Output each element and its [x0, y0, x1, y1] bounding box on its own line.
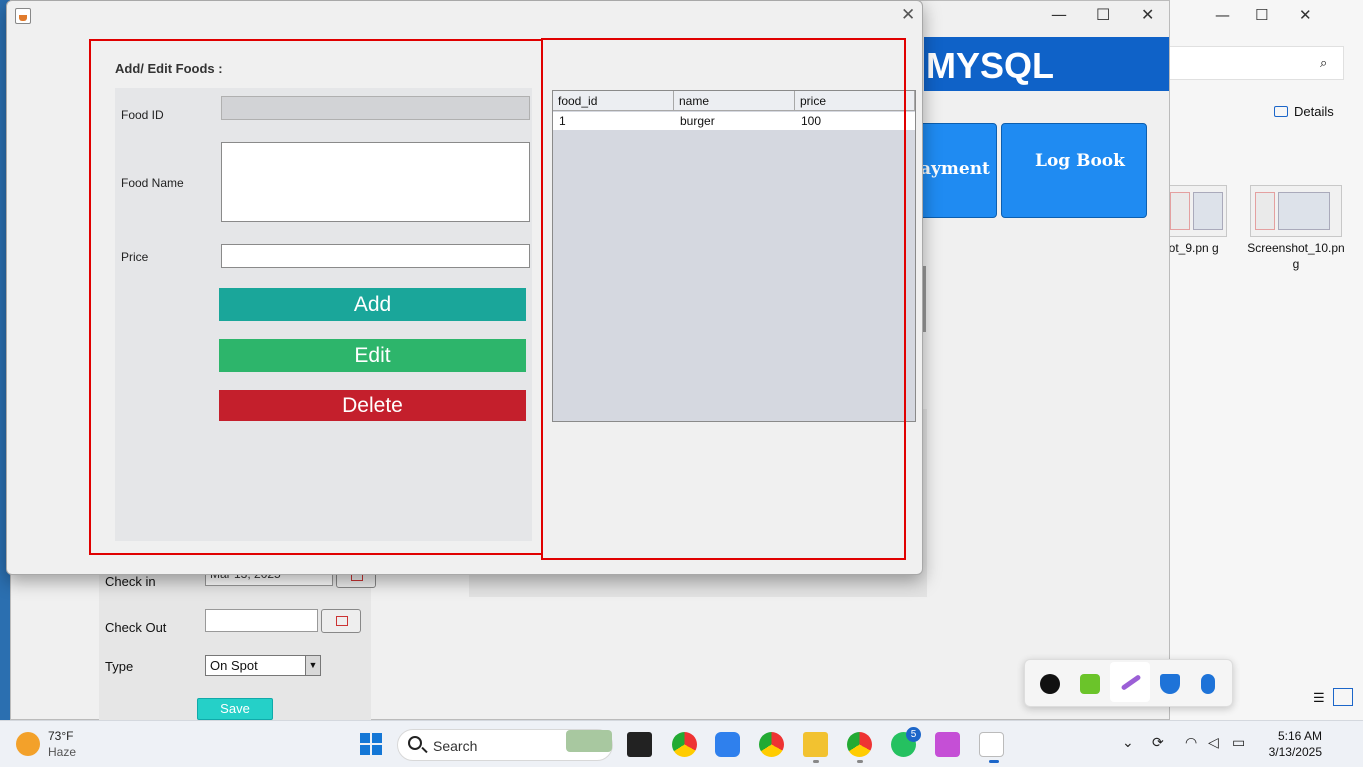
file-explorer-window: — ☐ ✕ ⌕ Details nshot_9.pn g Screenshot_… — [1149, 0, 1363, 720]
save-button[interactable]: Save — [197, 698, 273, 720]
taskbar: 73°F Haze Search 5 ⌄ ⟳ ◠ ◁ ▭ 5:16 AM 3/1… — [0, 720, 1363, 767]
type-select[interactable]: On Spot ▼ — [205, 655, 321, 676]
windows-start-icon[interactable] — [360, 733, 382, 755]
chrome-icon[interactable] — [672, 732, 697, 757]
weather-icon[interactable] — [16, 732, 40, 756]
details-label: Details — [1294, 104, 1334, 119]
folder-icon[interactable] — [803, 732, 828, 757]
chrome-profile-icon[interactable] — [847, 732, 872, 757]
3d-app-icon[interactable] — [935, 732, 960, 757]
banner: MYSQL — [924, 37, 1169, 91]
notification-badge: 5 — [906, 727, 921, 742]
file-thumbnail[interactable] — [1250, 185, 1342, 237]
checkout-label: Check Out — [105, 620, 167, 635]
tray-overflow-popup — [1024, 659, 1233, 707]
search-placeholder: Search — [433, 738, 478, 754]
minimize-icon[interactable]: — — [1215, 6, 1230, 24]
food-dialog: ✕ Add/ Edit Foods : Food ID Food Name Pr… — [6, 0, 923, 575]
search-icon — [408, 736, 422, 750]
chevron-up-icon[interactable]: ⌄ — [1122, 735, 1134, 751]
weather-desc[interactable]: Haze — [48, 745, 76, 759]
close-icon[interactable]: ✕ — [1141, 5, 1154, 24]
search-highlight-image — [566, 730, 612, 752]
wifi-icon[interactable]: ◠ — [1185, 735, 1197, 751]
search-icon: ⌕ — [1320, 55, 1328, 70]
grid-view-icon[interactable] — [1333, 688, 1353, 706]
chevron-down-icon: ▼ — [305, 656, 320, 675]
maximize-icon[interactable]: ☐ — [1255, 6, 1268, 24]
type-select-value: On Spot — [210, 658, 258, 673]
java-icon[interactable] — [979, 732, 1004, 757]
shield-warning-icon[interactable] — [1160, 674, 1180, 694]
checkout-date-field[interactable] — [205, 609, 318, 632]
log-book-button-label: Log Book — [1035, 151, 1125, 171]
payment-button-label: ayment — [920, 159, 990, 179]
details-button[interactable]: Details — [1274, 104, 1334, 119]
clock[interactable]: 5:16 AM 3/13/2025 — [1262, 728, 1322, 760]
list-view-icon[interactable]: ☰ — [1313, 690, 1325, 706]
copilot-icon[interactable] — [715, 732, 740, 757]
details-pane-icon — [1274, 106, 1288, 117]
highlight-box-table — [541, 38, 906, 560]
java-icon — [15, 8, 31, 24]
file-thumbnail[interactable] — [1165, 185, 1227, 237]
volume-icon[interactable]: ◁ — [1208, 735, 1219, 751]
minimize-icon[interactable]: — — [1051, 5, 1067, 24]
bluetooth-icon[interactable] — [1201, 674, 1215, 694]
weather-temp[interactable]: 73°F — [48, 729, 73, 743]
sync-icon[interactable]: ⟳ — [1152, 735, 1164, 751]
clock-date: 3/13/2025 — [1268, 745, 1322, 759]
file-label[interactable]: Screenshot_10.pn g — [1246, 240, 1346, 272]
close-icon[interactable]: ✕ — [901, 5, 915, 25]
calendar-icon[interactable] — [321, 609, 361, 633]
close-icon[interactable]: ✕ — [1299, 6, 1312, 24]
chrome-icon[interactable] — [759, 732, 784, 757]
pen-app-icon[interactable] — [1110, 662, 1150, 702]
log-book-button[interactable]: Log Book — [1001, 123, 1147, 218]
clock-time: 5:16 AM — [1277, 729, 1322, 743]
battery-icon[interactable]: ▭ — [1232, 735, 1245, 751]
highlight-box-form — [89, 39, 543, 555]
recycle-app-icon[interactable] — [1040, 674, 1060, 694]
media-app-icon[interactable] — [1080, 674, 1100, 694]
maximize-icon[interactable]: ☐ — [1096, 5, 1110, 24]
task-view-icon[interactable] — [627, 732, 652, 757]
payment-button[interactable]: ayment — [919, 123, 997, 218]
type-label: Type — [105, 659, 134, 674]
explorer-search-input[interactable]: ⌕ — [1169, 46, 1344, 80]
banner-title: MYSQL — [926, 45, 1055, 86]
checkin-label: Check in — [105, 574, 156, 589]
